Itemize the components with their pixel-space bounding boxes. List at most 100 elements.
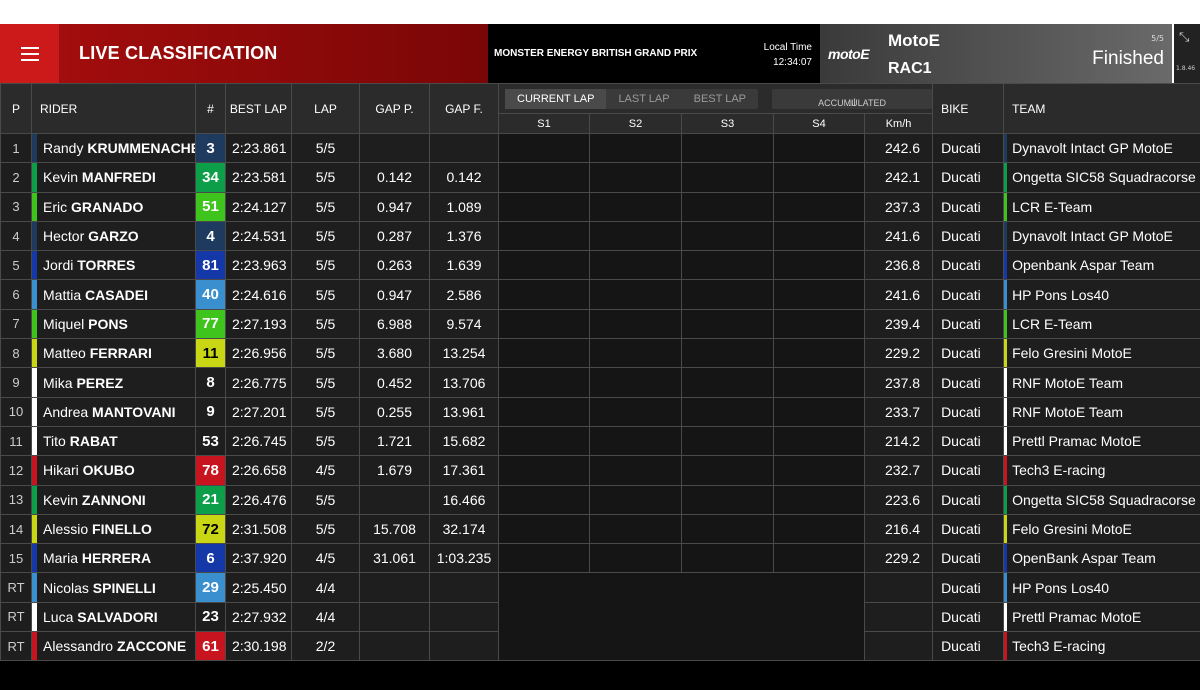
- lap-cell: 4/4: [291, 572, 360, 603]
- rider-cell[interactable]: Hikari OKUBO: [31, 455, 196, 486]
- rider-first-name: Miquel: [43, 315, 85, 332]
- rider-first-name: Luca: [43, 608, 74, 625]
- position-cell: 5: [0, 250, 32, 281]
- rider-cell[interactable]: Mika PEREZ: [31, 367, 196, 398]
- rider-name: Mika PEREZ: [37, 375, 123, 391]
- sector-cell: [773, 162, 865, 193]
- table-row[interactable]: RT Nicolas SPINELLI 29 2:25.450 4/4 Ducati HP …: [0, 572, 1200, 662]
- sector-cell: [589, 455, 682, 486]
- tab-last-lap[interactable]: LAST LAP: [606, 93, 681, 105]
- rider-cell[interactable]: Tito RABAT: [31, 425, 196, 457]
- tab-current-lap[interactable]: CURRENT LAP: [505, 88, 607, 109]
- col-s2: S2: [589, 113, 682, 134]
- table-row[interactable]: 6 Mattia CASADEI 40 2:24.616 5/5 0.947 2.586 24…: [0, 279, 1200, 310]
- position-cell: 3: [0, 191, 32, 222]
- team-name: HP Pons Los40: [1012, 286, 1110, 303]
- col-speed: Km/h: [863, 113, 934, 134]
- table-row[interactable]: 11 Tito RABAT 53 2:26.745 5/5 1.721 15.682 214.…: [0, 425, 1200, 457]
- sector-cell: [498, 543, 590, 574]
- rider-last-name: FINELLO: [92, 521, 152, 537]
- rider-name: Eric GRANADO: [37, 199, 143, 215]
- position-cell: RT: [0, 631, 32, 662]
- sector-cell: [773, 250, 865, 281]
- collapse-button[interactable]: ⤡ 1.8.46: [1172, 24, 1200, 83]
- table-row[interactable]: 4 Hector GARZO 4 2:24.531 5/5 0.287 1.376 241.6…: [0, 220, 1200, 252]
- rider-cell[interactable]: Randy KRUMMENACHER: [31, 132, 196, 164]
- speed-cell: 233.7: [863, 396, 934, 427]
- menu-button[interactable]: [0, 24, 59, 83]
- bike-cell: Ducati: [932, 132, 1005, 164]
- rider-first-name: Alessandro: [43, 638, 114, 655]
- rider-cell[interactable]: Mattia CASADEI: [31, 279, 196, 310]
- best-lap-cell: 2:26.658: [225, 455, 292, 486]
- team-cell: Felo Gresini MotoE: [1003, 513, 1200, 545]
- team-name: OpenBank Aspar Team: [1012, 550, 1156, 567]
- table-row[interactable]: 14 Alessio FINELLO 72 2:31.508 5/5 15.708 32.1…: [0, 513, 1200, 545]
- rider-cell[interactable]: Jordi TORRES: [31, 250, 196, 281]
- sector-cell: [589, 162, 682, 193]
- gap-previous-cell: [359, 132, 430, 164]
- sector-cell: [589, 308, 682, 340]
- team-cell: Dynavolt Intact GP MotoE: [1003, 132, 1200, 164]
- session-box: motoE MotoE RAC1 5/5 Finished: [820, 24, 1172, 83]
- bike-cell: Ducati: [932, 513, 1005, 545]
- best-lap-cell: 2:26.775: [225, 367, 292, 398]
- lap-cell: 5/5: [291, 338, 360, 369]
- rider-cell[interactable]: Miquel PONS: [31, 308, 196, 340]
- rider-number-badge: 6: [195, 543, 226, 574]
- rider-cell[interactable]: Andrea MANTOVANI: [31, 396, 196, 427]
- sector-cell: [681, 396, 774, 427]
- table-row[interactable]: 1 Randy KRUMMENACHER32:23.8615/5 242.6Duca…: [0, 132, 1200, 164]
- gap-first-cell: 13.706: [429, 367, 499, 398]
- team-cell: LCR E-Team: [1003, 308, 1200, 340]
- rider-first-name: Jordi: [43, 257, 74, 274]
- page-title-bar: LIVE CLASSIFICATION: [59, 24, 488, 83]
- rider-first-name: Mattia: [43, 286, 82, 303]
- rider-cell[interactable]: Alessandro ZACCONE: [31, 631, 196, 662]
- table-row[interactable]: 13 Kevin ZANNONI 21 2:26.476 5/5 16.466 223.6 D…: [0, 484, 1200, 515]
- sector-cell: [773, 132, 865, 164]
- rider-last-name: MANTOVANI: [92, 403, 176, 420]
- bike-cell: Ducati: [932, 250, 1005, 281]
- bike-cell: Ducati: [932, 484, 1005, 515]
- team-cell: RNF MotoE Team: [1003, 367, 1200, 398]
- rider-cell[interactable]: Alessio FINELLO: [31, 513, 196, 545]
- sector-cell: [773, 367, 865, 398]
- gap-first-cell: [429, 601, 499, 633]
- table-row[interactable]: 2 Kevin MANFREDI 34 2:23.581 5/5 0.142 0.142 24…: [0, 162, 1200, 193]
- tab-best-lap[interactable]: BEST LAP: [682, 93, 758, 105]
- table-row[interactable]: 5 Jordi TORRES 81 2:23.963 5/5 0.263 1.639 236.…: [0, 250, 1200, 281]
- rider-cell[interactable]: Luca SALVADORI: [31, 601, 196, 633]
- table-row[interactable]: 9 Mika PEREZ 8 2:26.775 5/5 0.452 13.706 237.8 D…: [0, 367, 1200, 398]
- table-row[interactable]: 15 Maria HERRERA 6 2:37.920 4/5 31.061 1:03.23…: [0, 543, 1200, 574]
- local-time: Local Time 12:34:07: [750, 40, 812, 70]
- rider-last-name: HERRERA: [81, 550, 152, 567]
- col-lap: LAP: [291, 83, 360, 134]
- table-row[interactable]: 8 Matteo FERRARI 11 2:26.956 5/5 3.680 13.254 2…: [0, 338, 1200, 369]
- rider-cell[interactable]: Matteo FERRARI: [31, 338, 196, 369]
- team-name: Felo Gresini MotoE: [1012, 345, 1132, 362]
- lap-cell: 5/5: [291, 132, 360, 164]
- position-cell: 13: [0, 484, 32, 515]
- lap-cell: 5/5: [291, 220, 360, 252]
- rider-cell[interactable]: Kevin MANFREDI: [31, 162, 196, 193]
- rider-number-badge: 9: [195, 396, 226, 427]
- sector-cell: [773, 455, 865, 486]
- table-row[interactable]: 10 Andrea MANTOVANI 9 2:27.201 5/5 0.255 13.96…: [0, 396, 1200, 427]
- rider-cell[interactable]: Eric GRANADO: [31, 191, 196, 222]
- rider-name: Alessio FINELLO: [37, 521, 152, 537]
- table-row[interactable]: 7 Miquel PONS 77 2:27.193 5/5 6.988 9.574 239.4…: [0, 308, 1200, 340]
- rider-cell[interactable]: Maria HERRERA: [31, 543, 196, 574]
- sector-cell: [498, 308, 590, 340]
- rider-cell[interactable]: Hector GARZO: [31, 220, 196, 252]
- lap-cell: 4/5: [291, 455, 360, 486]
- accumulated-button[interactable]: .ıl ACCUMULATED: [772, 88, 932, 109]
- table-row[interactable]: 12 Hikari OKUBO 78 2:26.658 4/5 1.679 17.361 23…: [0, 455, 1200, 486]
- bike-cell: Ducati: [932, 279, 1005, 310]
- team-cell: HP Pons Los40: [1003, 279, 1200, 310]
- rider-number-badge: 3: [195, 132, 226, 164]
- rider-cell[interactable]: Nicolas SPINELLI: [31, 572, 196, 603]
- rider-cell[interactable]: Kevin ZANNONI: [31, 484, 196, 515]
- gap-previous-cell: 0.947: [359, 191, 430, 222]
- table-row[interactable]: 3 Eric GRANADO 51 2:24.127 5/5 0.947 1.089 237.…: [0, 191, 1200, 222]
